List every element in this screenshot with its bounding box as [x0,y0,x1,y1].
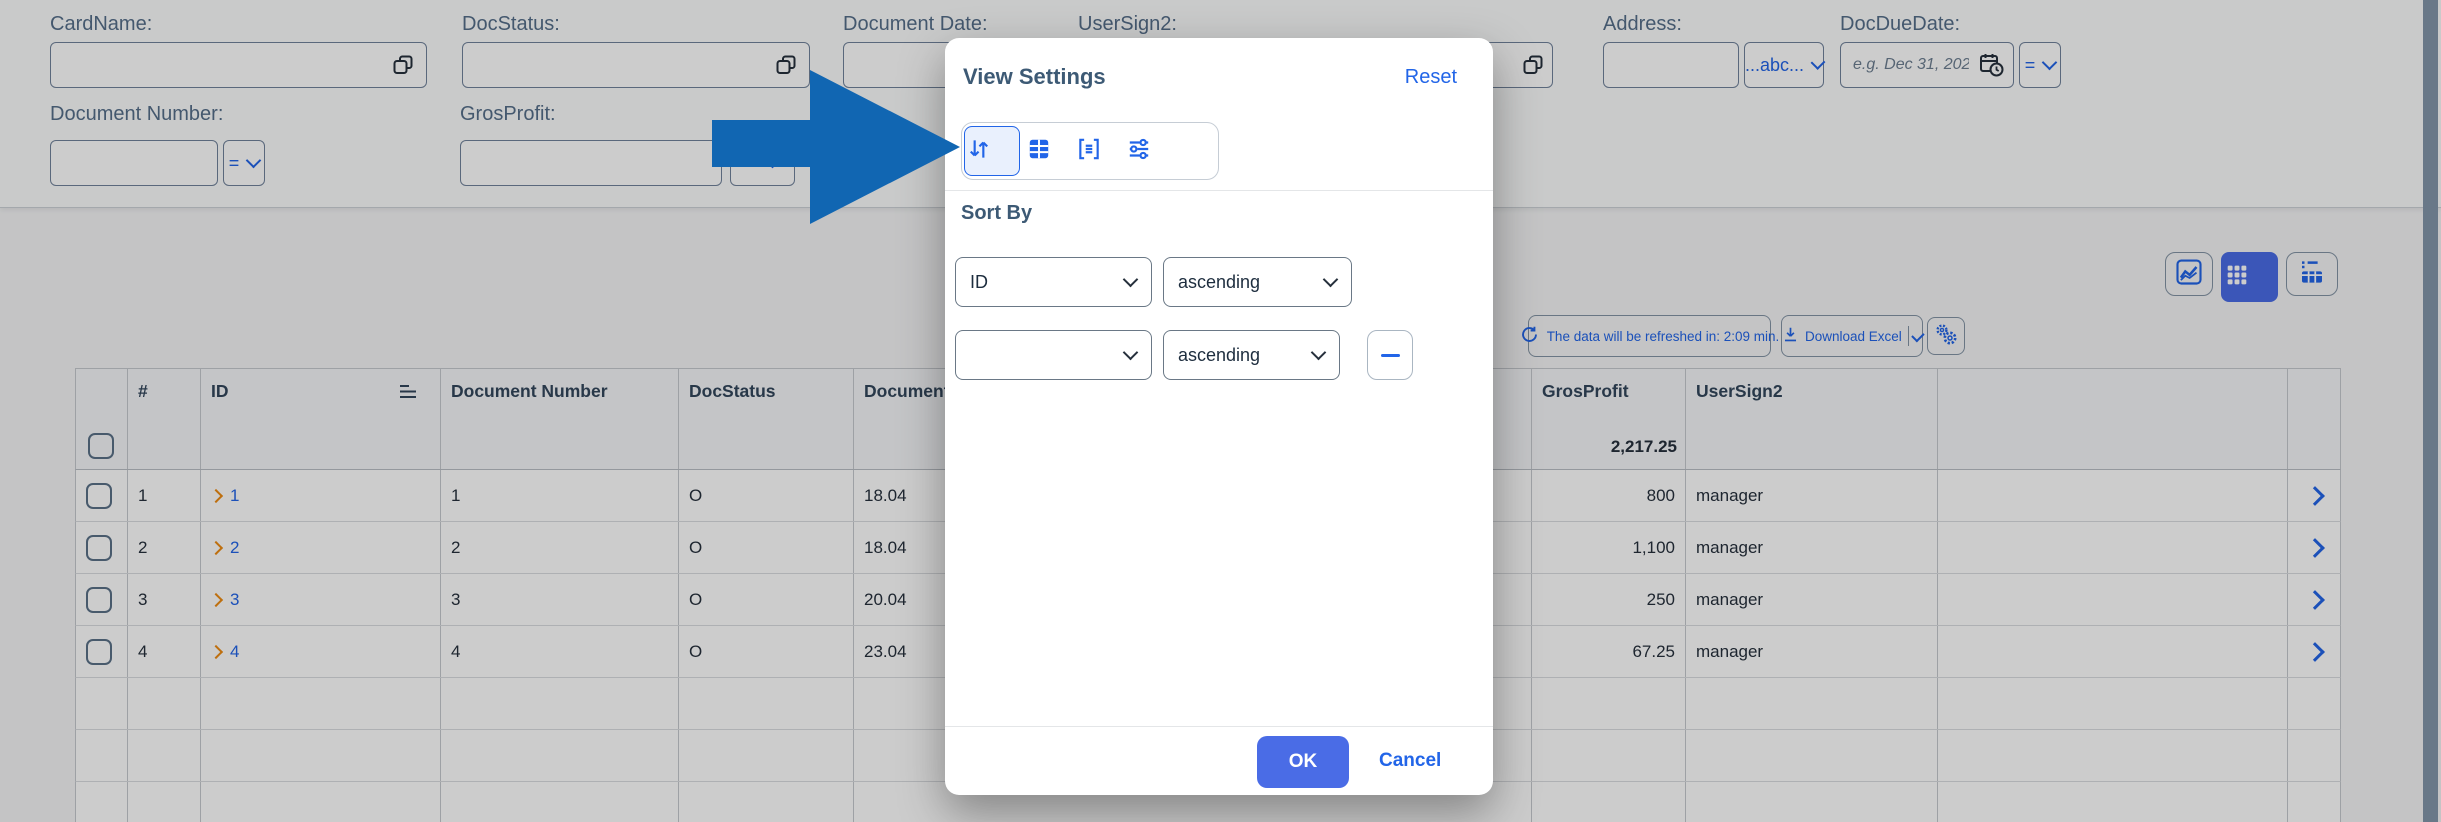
app-page: CardName: DocStatus: Document Date: User… [0,0,2441,822]
group-icon [1076,136,1102,167]
chevron-down-icon [1122,271,1139,288]
tab-filter[interactable] [1114,125,1163,177]
chevron-down-icon [1322,271,1339,288]
minus-icon [1380,353,1400,357]
view-settings-dialog: View Settings Reset Sort By ID ascending… [945,38,1493,795]
sort-arrows-icon [966,136,992,167]
chevron-down-icon [1310,344,1327,361]
ok-button[interactable]: OK [1257,736,1349,788]
dialog-footer-divider [945,726,1493,727]
dialog-header-divider [945,190,1493,191]
sort-direction-select-1[interactable]: ascending [1163,257,1352,307]
table-icon [1026,136,1052,167]
annotation-arrow [712,70,960,224]
sort-by-heading: Sort By [961,202,1033,224]
tab-group[interactable] [1064,125,1113,177]
sort-field-value-1: ID [970,271,988,292]
tab-columns[interactable] [1014,125,1063,177]
cancel-button[interactable]: Cancel [1379,750,1441,772]
sort-direction-select-2[interactable]: ascending [1163,330,1340,380]
sort-direction-value-1: ascending [1178,271,1261,292]
sort-field-select-1[interactable]: ID [955,257,1152,307]
dialog-tab-bar [961,122,1219,180]
sort-direction-value-2: ascending [1178,344,1261,365]
reset-button[interactable]: Reset [1405,66,1457,89]
tab-sort[interactable] [964,126,1020,176]
sort-field-select-2[interactable] [955,330,1152,380]
chevron-down-icon [1122,344,1139,361]
remove-sort-row-button[interactable] [1367,330,1413,380]
sliders-icon [1126,136,1152,167]
dialog-title: View Settings [963,64,1106,89]
